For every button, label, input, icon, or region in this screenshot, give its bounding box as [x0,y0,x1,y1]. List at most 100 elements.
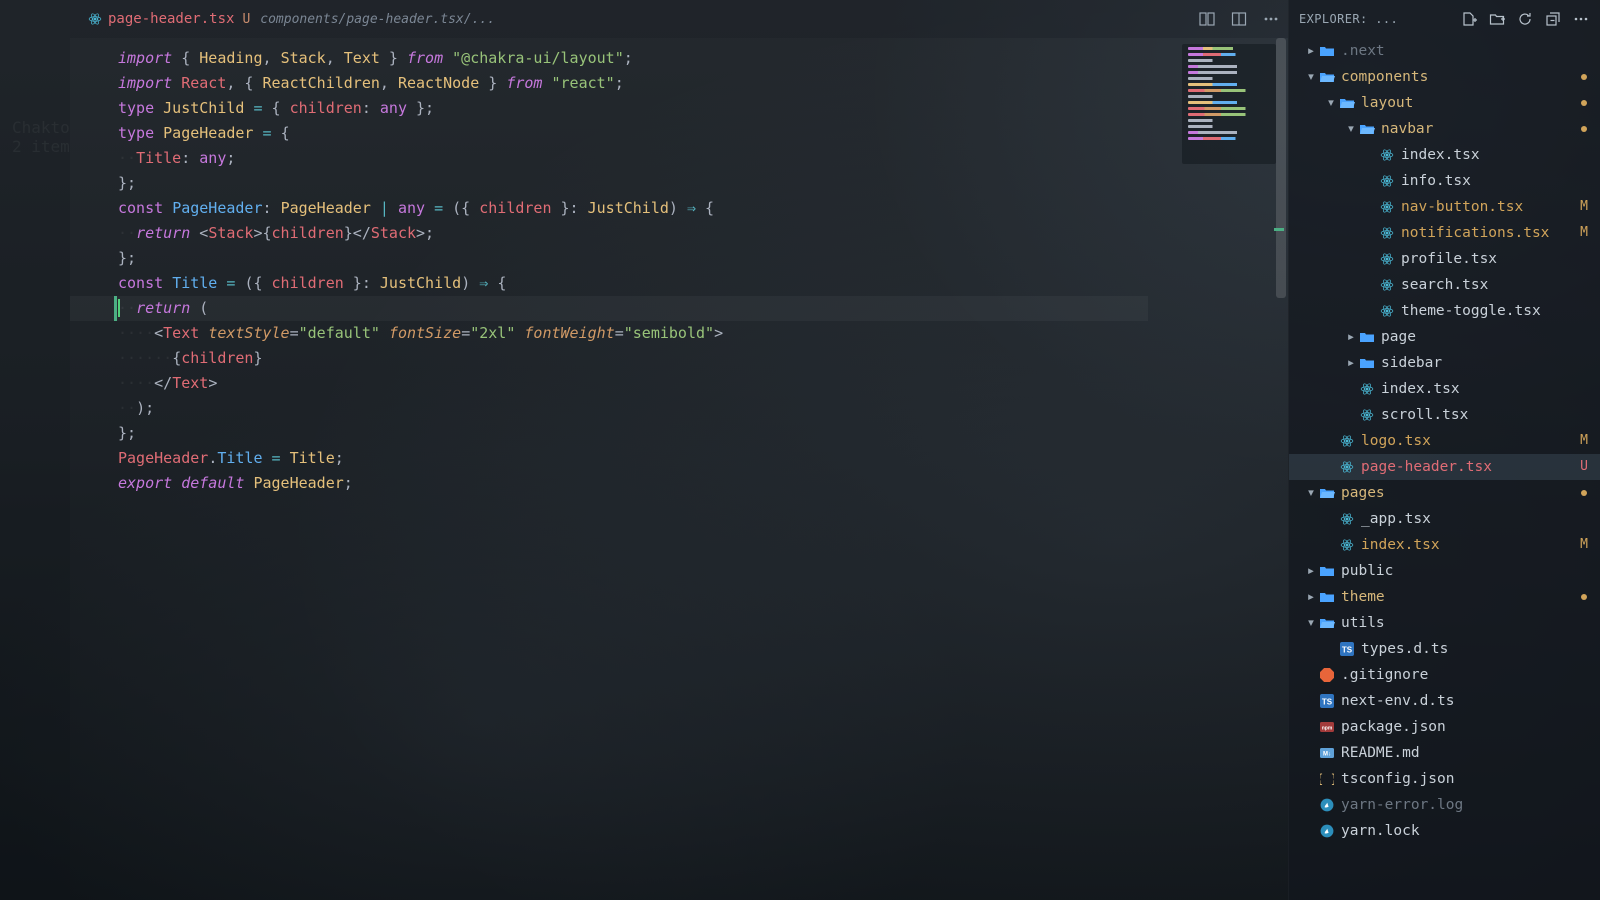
tree-label: .gitignore [1341,662,1576,688]
chevron-down-icon[interactable]: ▾ [1303,610,1319,636]
react-file-icon [1379,225,1395,241]
folder-icon [1319,563,1335,579]
minimap[interactable] [1182,44,1276,164]
tree-row-info-tsx[interactable]: info.tsx [1289,168,1600,194]
react-file-icon [1379,277,1395,293]
tree-row-tsconfig-json[interactable]: { } tsconfig.json [1289,766,1600,792]
tree-row--next[interactable]: ▸ .next [1289,38,1600,64]
tree-label: public [1341,558,1576,584]
collapse-all-icon[interactable] [1544,10,1562,28]
tree-row--app-tsx[interactable]: _app.tsx [1289,506,1600,532]
tree-label: theme-toggle.tsx [1401,298,1576,324]
tab-page-header[interactable]: page-header.tsx U components/page-header… [78,0,505,38]
tree-label: index.tsx [1401,142,1576,168]
split-editor-icon[interactable] [1230,10,1248,28]
git-modified-badge: M [1576,220,1592,246]
chevron-right-icon[interactable]: ▸ [1343,324,1359,350]
editor-actions [1198,10,1280,28]
tree-row-search-tsx[interactable]: search.tsx [1289,272,1600,298]
react-file-icon [1359,381,1375,397]
tree-label: layout [1361,90,1576,116]
tree-row-index-tsx[interactable]: index.tsx [1289,142,1600,168]
chevron-down-icon[interactable]: ▾ [1303,64,1319,90]
tab-name: page-header.tsx [108,11,234,27]
react-file-icon [1379,251,1395,267]
git-modified-badge: M [1576,194,1592,220]
compare-icon[interactable] [1198,10,1216,28]
chevron-down-icon[interactable]: ▾ [1343,116,1359,142]
tree-row-types-d-ts[interactable]: TS types.d.ts [1289,636,1600,662]
code-content: import { Heading, Stack, Text } from "@c… [114,38,1288,900]
editor[interactable]: import { Heading, Stack, Text } from "@c… [70,38,1288,900]
svg-text:npm: npm [1322,726,1333,732]
tree-label: README.md [1341,740,1576,766]
react-file-icon [1359,407,1375,423]
modified-dot-icon [1576,480,1592,506]
tree-label: yarn-error.log [1341,792,1576,818]
folder-icon [1339,95,1355,111]
react-file-icon [1379,173,1395,189]
react-file-icon [1379,303,1395,319]
chevron-down-icon[interactable]: ▾ [1323,90,1339,116]
tree-row-theme-toggle-tsx[interactable]: theme-toggle.tsx [1289,298,1600,324]
tree-row-layout[interactable]: ▾ layout [1289,90,1600,116]
tree-row-utils[interactable]: ▾ utils [1289,610,1600,636]
new-folder-icon[interactable] [1488,10,1506,28]
md-file-icon: M↓ [1319,745,1335,761]
folder-icon [1319,69,1335,85]
tree-row-pages[interactable]: ▾ pages [1289,480,1600,506]
modified-dot-icon [1576,584,1592,610]
chevron-right-icon[interactable]: ▸ [1303,38,1319,64]
tree-label: utils [1341,610,1576,636]
tree-row-page-header-tsx[interactable]: page-header.tsx U [1289,454,1600,480]
tree-label: package.json [1341,714,1576,740]
tree-row-index-tsx[interactable]: index.tsx M [1289,532,1600,558]
tree-row-yarn-error-log[interactable]: yarn-error.log [1289,792,1600,818]
tree-label: page [1381,324,1576,350]
chevron-right-icon[interactable]: ▸ [1303,558,1319,584]
vertical-scrollbar[interactable] [1276,38,1286,900]
tree-row-next-env-d-ts[interactable]: TS next-env.d.ts [1289,688,1600,714]
refresh-icon[interactable] [1516,10,1534,28]
tree-label: nav-button.tsx [1401,194,1576,220]
tree-label: logo.tsx [1361,428,1576,454]
new-file-icon[interactable] [1460,10,1478,28]
file-tree[interactable]: ▸ .next ▾ components ▾ layout ▾ navbar i… [1289,38,1600,900]
tree-row-readme-md[interactable]: M↓ README.md [1289,740,1600,766]
tree-row-nav-button-tsx[interactable]: nav-button.tsx M [1289,194,1600,220]
tree-label: notifications.tsx [1401,220,1576,246]
tree-row-package-json[interactable]: npm package.json [1289,714,1600,740]
activity-bar: Chakto 2 item [0,0,70,900]
tree-row-index-tsx[interactable]: index.tsx [1289,376,1600,402]
chevron-down-icon[interactable]: ▾ [1303,480,1319,506]
tree-row-yarn-lock[interactable]: yarn.lock [1289,818,1600,844]
svg-text:TS: TS [1322,698,1333,707]
scrollbar-thumb[interactable] [1276,38,1286,298]
chevron-right-icon[interactable]: ▸ [1303,584,1319,610]
tree-row-logo-tsx[interactable]: logo.tsx M [1289,428,1600,454]
tree-row-navbar[interactable]: ▾ navbar [1289,116,1600,142]
folder-icon [1359,121,1375,137]
tree-label: profile.tsx [1401,246,1576,272]
tab-bar: page-header.tsx U components/page-header… [70,0,1288,38]
more-icon[interactable] [1572,10,1590,28]
tab-badge: U [242,12,250,27]
modified-dot-icon [1576,64,1592,90]
ts-file-icon: TS [1339,641,1355,657]
tree-row-theme[interactable]: ▸ theme [1289,584,1600,610]
folder-icon [1319,43,1335,59]
yarn-file-icon [1319,797,1335,813]
watermark: Chakto 2 item [12,118,70,156]
chevron-right-icon[interactable]: ▸ [1343,350,1359,376]
tree-row-sidebar[interactable]: ▸ sidebar [1289,350,1600,376]
svg-text:M↓: M↓ [1323,752,1331,758]
tree-row-public[interactable]: ▸ public [1289,558,1600,584]
tree-row-scroll-tsx[interactable]: scroll.tsx [1289,402,1600,428]
tree-row-components[interactable]: ▾ components [1289,64,1600,90]
tree-row-profile-tsx[interactable]: profile.tsx [1289,246,1600,272]
more-icon[interactable] [1262,10,1280,28]
tree-row--gitignore[interactable]: .gitignore [1289,662,1600,688]
ts-file-icon: TS [1319,693,1335,709]
tree-row-notifications-tsx[interactable]: notifications.tsx M [1289,220,1600,246]
tree-row-page[interactable]: ▸ page [1289,324,1600,350]
